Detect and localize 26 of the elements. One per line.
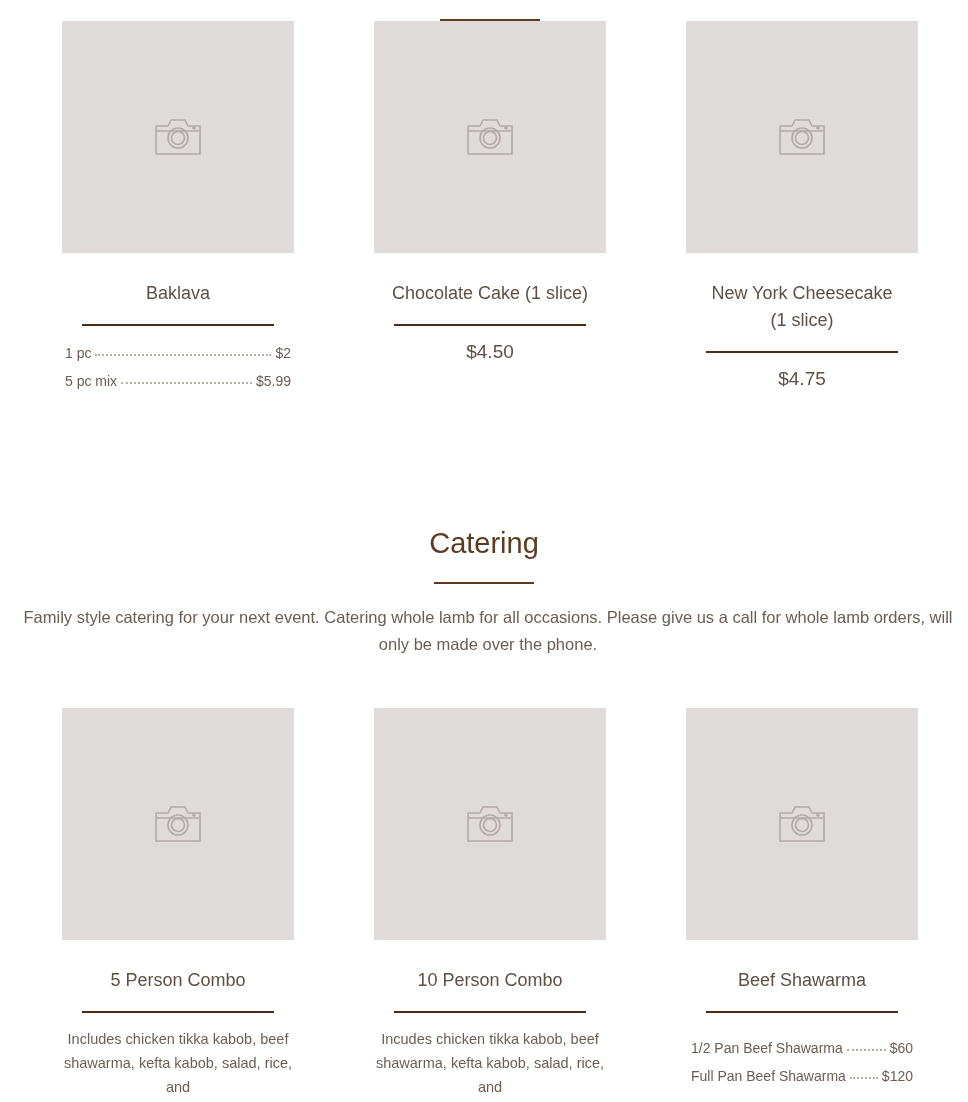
- item-name: 10 Person Combo: [416, 969, 564, 992]
- option-label: 5 pc mix: [65, 373, 118, 389]
- option-label: Full Pan Beef Shawarma: [691, 1068, 846, 1084]
- option-price: $60: [889, 1040, 913, 1056]
- option-label: 1 pc: [65, 345, 92, 361]
- option-price: $2: [275, 345, 291, 361]
- item-name: New York Cheesecake (1 slice): [710, 282, 894, 332]
- item-price: $4.50: [466, 341, 514, 363]
- section-heading: Catering: [428, 527, 540, 560]
- camera-icon: [777, 117, 827, 157]
- option-price: $5.99: [255, 373, 291, 389]
- camera-icon: [153, 117, 203, 157]
- camera-icon: [153, 804, 203, 844]
- section-description: Family style catering for your next event. Catering whole lamb for all occasions. Please give us a call for whole lamb orders, will only be made over the phone.: [22, 607, 954, 655]
- item-description: Includes chicken tikka kabob, beef shawarma, kefta kabob, salad, rice, and: [62, 1030, 294, 1097]
- camera-icon: [465, 117, 515, 157]
- item-price: $4.75: [778, 368, 826, 390]
- camera-icon: [465, 804, 515, 844]
- option-label: 1/2 Pan Beef Shawarma: [691, 1040, 843, 1056]
- item-name: Chocolate Cake (1 slice): [390, 282, 590, 305]
- item-description: Incudes chicken tikka kabob, beef shawarma, kefta kabob, salad, rice, and: [374, 1030, 606, 1097]
- item-name: Beef Shawarma: [736, 969, 868, 992]
- camera-icon: [777, 804, 827, 844]
- item-name: Baklava: [144, 282, 211, 305]
- option-price: $120: [881, 1068, 913, 1084]
- item-name: 5 Person Combo: [109, 969, 247, 992]
